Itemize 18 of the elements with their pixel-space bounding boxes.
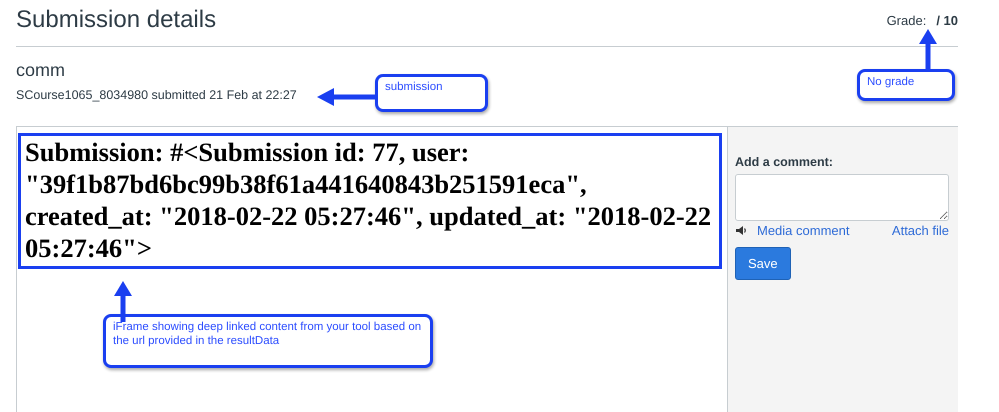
assignment-name: comm bbox=[16, 60, 66, 81]
callout-box: submission bbox=[375, 74, 488, 112]
attach-file-link[interactable]: Attach file bbox=[892, 223, 949, 238]
callout-box: iFrame showing deep linked content from your tool based on the url provided in the resultData bbox=[103, 314, 433, 368]
media-comment-link[interactable]: Media comment bbox=[757, 223, 850, 238]
callout-arrow bbox=[317, 88, 376, 106]
grade-value: / 10 bbox=[936, 13, 958, 28]
submission-info: SCourse1065_8034980 submitted 21 Feb at 22:27 bbox=[16, 88, 297, 102]
iframe-content: Submission: #<Submission id: 77, user: "39f1b87bd6bc99b38f61a441640843b251591eca", created_at: "2018-02-22 05:27:46", updated_at: "2018-02-22 05:27:46"> bbox=[18, 133, 722, 269]
callout-arrow bbox=[114, 281, 132, 322]
save-button[interactable]: Save bbox=[735, 247, 791, 280]
speaker-icon bbox=[735, 225, 747, 236]
page-title: Submission details bbox=[16, 6, 216, 34]
comment-field[interactable] bbox=[735, 174, 949, 221]
callout-box: No grade bbox=[857, 69, 955, 101]
callout-arrow bbox=[919, 29, 937, 70]
grade-label: Grade: bbox=[886, 13, 926, 28]
comment-label: Add a comment: bbox=[735, 155, 833, 169]
